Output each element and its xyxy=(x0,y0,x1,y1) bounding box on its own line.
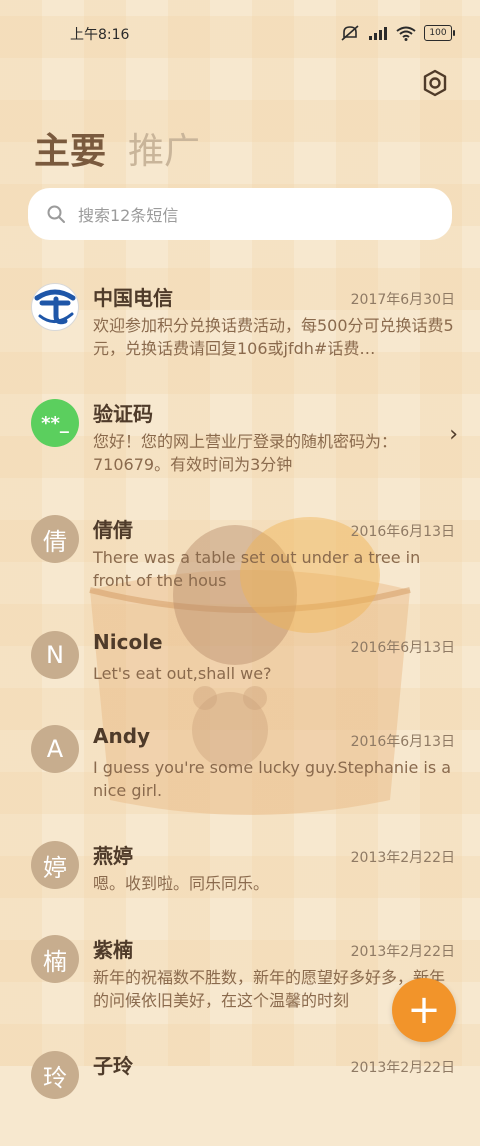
avatar: 婷 xyxy=(31,841,79,889)
china-telecom-logo-icon xyxy=(33,285,77,329)
category-tabs: 主要 推广 xyxy=(34,122,200,174)
search-placeholder: 搜索12条短信 xyxy=(78,206,179,225)
message-date: 2013年2月22日 xyxy=(350,944,455,960)
message-date: 2016年6月13日 xyxy=(350,524,455,540)
conversation-item[interactable]: 倩 倩倩 2016年6月13日 There was a table set ou… xyxy=(0,494,480,610)
contact-name: Andy xyxy=(93,724,151,748)
avatar-text: A xyxy=(46,735,64,763)
message-preview: 您好！您的网上营业厅登录的随机密码为：710679。有效时间为3分钟 xyxy=(93,432,398,474)
chevron-right-icon: › xyxy=(449,422,458,447)
conversation-item[interactable]: 玲 子玲 2013年2月22日 xyxy=(0,1030,480,1146)
contact-name: 燕婷 xyxy=(93,844,133,868)
status-icons: 100 xyxy=(340,24,455,42)
conversation-item[interactable]: N Nicole 2016年6月13日 Let's eat out,shall … xyxy=(0,610,480,704)
status-time: 上午8:16 xyxy=(70,27,130,43)
avatar-text: 玲 xyxy=(43,1063,67,1092)
settings-gear-icon[interactable] xyxy=(420,68,450,98)
contact-name: 中国电信 xyxy=(93,286,173,310)
avatar-text: N xyxy=(46,641,64,669)
avatar: **_ xyxy=(31,399,79,447)
search-bar[interactable]: 搜索12条短信 xyxy=(28,188,452,240)
new-message-button[interactable]: + xyxy=(392,978,456,1042)
contact-name: 紫楠 xyxy=(93,938,133,962)
battery-icon: 100 xyxy=(424,25,455,41)
avatar xyxy=(31,283,79,331)
avatar-text: **_ xyxy=(41,412,69,434)
message-date: 2016年6月13日 xyxy=(350,734,455,750)
contact-name: Nicole xyxy=(93,630,163,654)
message-date: 2013年2月22日 xyxy=(350,1060,455,1076)
conversation-item[interactable]: 中国电信 2017年6月30日 欢迎参加积分兑换话费活动，每500分可兑换话费5… xyxy=(0,262,480,378)
mute-vibrate-icon xyxy=(341,25,359,41)
avatar-text: 倩 xyxy=(43,527,67,556)
avatar: N xyxy=(31,631,79,679)
conversation-item[interactable]: A Andy 2016年6月13日 I guess you're some lu… xyxy=(0,704,480,820)
message-date: 2016年6月13日 xyxy=(350,640,455,656)
plus-icon: + xyxy=(407,987,441,1033)
message-preview: 嗯。收到啦。同乐同乐。 xyxy=(93,874,270,893)
message-preview: There was a table set out under a tree i… xyxy=(93,548,421,590)
tab-promotions[interactable]: 推广 xyxy=(128,122,200,174)
wifi-icon xyxy=(396,26,416,41)
contact-name: 子玲 xyxy=(93,1054,133,1078)
message-preview: 欢迎参加积分兑换话费活动，每500分可兑换话费5元，兑换话费请回复106或jfd… xyxy=(93,316,454,358)
message-preview: Let's eat out,shall we? xyxy=(93,664,272,683)
conversation-item[interactable]: **_ 验证码 您好！您的网上营业厅登录的随机密码为：710679。有效时间为3… xyxy=(0,378,480,494)
avatar: 楠 xyxy=(31,935,79,983)
contact-name: 验证码 xyxy=(93,402,153,426)
avatar-text: 婷 xyxy=(43,853,67,882)
message-preview: I guess you're some lucky guy.Stephanie … xyxy=(93,758,452,800)
search-icon xyxy=(47,205,65,223)
status-bar: 上午8:16 100 xyxy=(0,0,480,64)
avatar-text: 楠 xyxy=(43,947,67,976)
signal-icon xyxy=(369,27,387,40)
message-date: 2017年6月30日 xyxy=(350,292,455,308)
message-date: 2013年2月22日 xyxy=(350,850,455,866)
avatar: A xyxy=(31,725,79,773)
tab-primary[interactable]: 主要 xyxy=(34,122,106,174)
avatar: 玲 xyxy=(31,1051,79,1099)
conversation-item[interactable]: 婷 燕婷 2013年2月22日 嗯。收到啦。同乐同乐。 xyxy=(0,820,480,914)
contact-name: 倩倩 xyxy=(93,518,133,542)
avatar: 倩 xyxy=(31,515,79,563)
